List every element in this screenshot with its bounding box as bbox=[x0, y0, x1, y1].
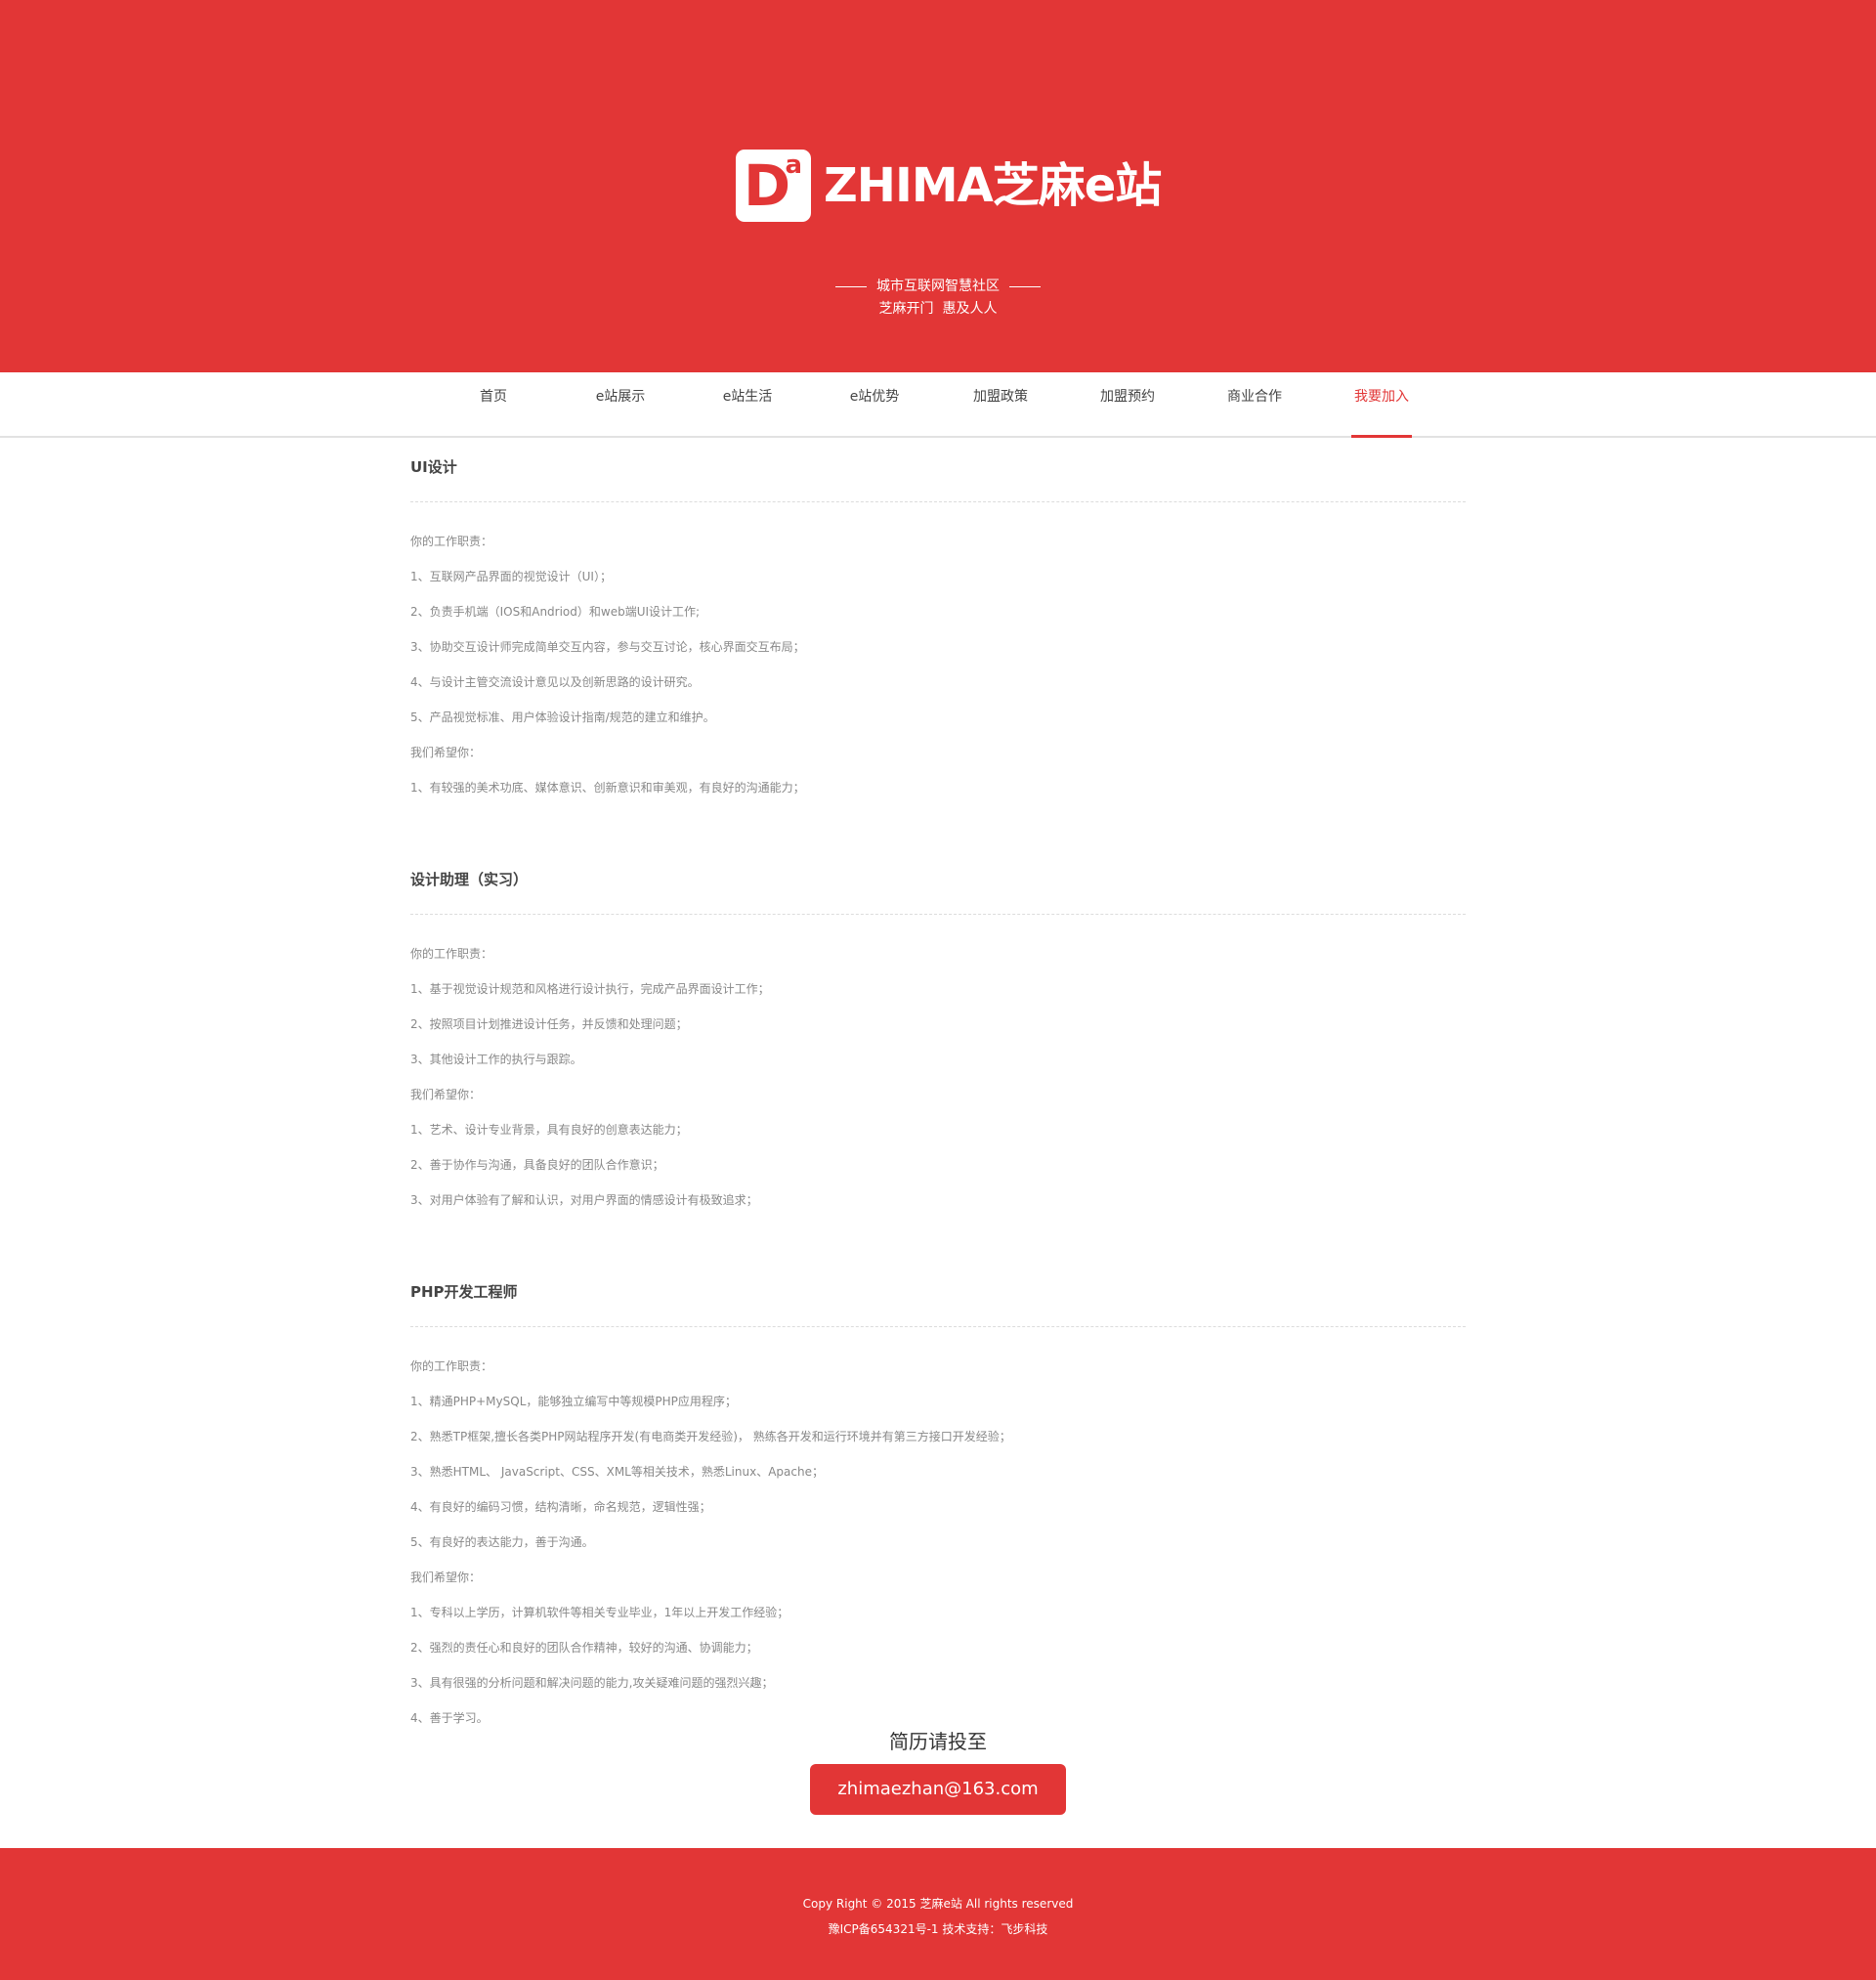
job-line: 我们希望你： bbox=[410, 746, 482, 759]
job-line: 你的工作职责： bbox=[410, 535, 493, 548]
job-line: 1、有较强的美术功底、媒体意识、创新意识和审美观，有良好的沟通能力； bbox=[410, 781, 805, 795]
job-title: PHP开发工程师 bbox=[410, 1263, 1466, 1327]
job-description: 你的工作职责： 1、互联网产品界面的视觉设计（UI）； 2、负责手机端（IOS和… bbox=[410, 502, 1466, 805]
job-line: 2、负责手机端（IOS和Andriod）和web端UI设计工作; bbox=[410, 605, 701, 619]
logo-mark-letter: D bbox=[744, 152, 791, 219]
nav-item-life[interactable]: e站生活 bbox=[719, 372, 776, 438]
tagline-dash-right bbox=[1009, 285, 1041, 287]
resume-heading: 简历请投至 bbox=[889, 1730, 987, 1753]
tagline-dash-left bbox=[835, 285, 867, 287]
nav-item-business[interactable]: 商业合作 bbox=[1224, 372, 1285, 438]
nav-item-franchise-policy[interactable]: 加盟政策 bbox=[970, 372, 1031, 438]
job-line: 1、艺术、设计专业背景，具有良好的创意表达能力； bbox=[410, 1123, 688, 1137]
footer-copyright: Copy Right © 2015 芝麻e站 All rights reserv… bbox=[802, 1897, 1074, 1911]
job-line: 3、对用户体验有了解和认识，对用户界面的情感设计有极致追求； bbox=[410, 1193, 758, 1207]
job-design-assistant: 设计助理（实习） 你的工作职责： 1、基于视觉设计规范和风格进行设计执行，完成产… bbox=[410, 850, 1466, 1218]
job-line: 2、强烈的责任心和良好的团队合作精神，较好的沟通、协调能力； bbox=[410, 1641, 758, 1655]
job-line: 你的工作职责： bbox=[410, 1359, 493, 1373]
job-line: 1、基于视觉设计规范和风格进行设计执行，完成产品界面设计工作； bbox=[410, 982, 770, 996]
nav-item-join-us[interactable]: 我要加入 bbox=[1351, 372, 1412, 438]
job-line: 4、与设计主管交流设计意见以及创新思路的设计研究。 bbox=[410, 675, 700, 689]
job-ui-design: UI设计 你的工作职责： 1、互联网产品界面的视觉设计（UI）； 2、负责手机端… bbox=[410, 438, 1466, 805]
jobs-list: UI设计 你的工作职责： 1、互联网产品界面的视觉设计（UI）； 2、负责手机端… bbox=[410, 438, 1466, 1781]
logo-wordmark: ZHIMA芝麻e站 bbox=[824, 158, 1162, 213]
job-line: 2、按照项目计划推进设计任务，并反馈和处理问题； bbox=[410, 1017, 688, 1031]
tagline-primary: 城市互联网智慧社区 bbox=[0, 276, 1876, 295]
job-line: 我们希望你： bbox=[410, 1571, 482, 1584]
tagline-secondary: 芝麻开门 惠及人人 bbox=[878, 301, 998, 317]
job-line: 2、善于协作与沟通，具备良好的团队合作意识； bbox=[410, 1158, 664, 1172]
job-line: 1、专科以上学历，计算机软件等相关专业毕业，1年以上开发工作经验； bbox=[410, 1606, 789, 1619]
resume-email-button[interactable]: zhimaezhan@163.com bbox=[810, 1764, 1066, 1815]
site-footer: Copy Right © 2015 芝麻e站 All rights reserv… bbox=[0, 1848, 1876, 1980]
job-line: 2、熟悉TP框架,擅长各类PHP网站程序开发(有电商类开发经验)， 熟练各开发和… bbox=[410, 1430, 1011, 1443]
nav-item-home[interactable]: 首页 bbox=[479, 372, 508, 438]
job-line: 3、协助交互设计师完成简单交互内容，参与交互讨论，核心界面交互布局； bbox=[410, 640, 805, 654]
job-line: 5、有良好的表达能力，善于沟通。 bbox=[410, 1535, 594, 1549]
job-line: 我们希望你： bbox=[410, 1088, 482, 1101]
tagline-primary-text: 城市互联网智慧社区 bbox=[876, 279, 1000, 294]
logo-mark: D a bbox=[736, 150, 811, 222]
job-description: 你的工作职责： 1、精通PHP+MySQL，能够独立编写中等规模PHP应用程序；… bbox=[410, 1327, 1466, 1736]
job-line: 3、其他设计工作的执行与跟踪。 bbox=[410, 1053, 582, 1066]
job-line: 1、互联网产品界面的视觉设计（UI）； bbox=[410, 570, 612, 583]
job-line: 4、有良好的编码习惯，结构清晰，命名规范，逻辑性强； bbox=[410, 1500, 711, 1514]
main-nav: 首页 e站展示 e站生活 e站优势 加盟政策 加盟预约 商业合作 我要加入 bbox=[0, 372, 1876, 438]
job-php-developer: PHP开发工程师 你的工作职责： 1、精通PHP+MySQL，能够独立编写中等规… bbox=[410, 1263, 1466, 1736]
job-line: 5、产品视觉标准、用户体验设计指南/规范的建立和维护。 bbox=[410, 710, 715, 724]
footer-icp: 豫ICP备654321号-1 技术支持：飞步科技 bbox=[828, 1922, 1048, 1936]
job-title: UI设计 bbox=[410, 438, 1466, 502]
job-line: 3、熟悉HTML、 JavaScript、CSS、XML等相关技术，熟悉Linu… bbox=[410, 1465, 824, 1479]
job-line: 1、精通PHP+MySQL，能够独立编写中等规模PHP应用程序； bbox=[410, 1395, 737, 1408]
nav-item-advantages[interactable]: e站优势 bbox=[846, 372, 903, 438]
nav-item-franchise-booking[interactable]: 加盟预约 bbox=[1097, 372, 1158, 438]
job-description: 你的工作职责： 1、基于视觉设计规范和风格进行设计执行，完成产品界面设计工作； … bbox=[410, 915, 1466, 1218]
logo-mark-superscript: a bbox=[785, 151, 802, 180]
job-line: 你的工作职责： bbox=[410, 947, 493, 961]
site-header: D a ZHIMA芝麻e站 城市互联网智慧社区 芝麻开门 惠及人人 bbox=[0, 0, 1876, 372]
job-line: 3、具有很强的分析问题和解决问题的能力,攻关疑难问题的强烈兴趣； bbox=[410, 1676, 774, 1690]
job-title: 设计助理（实习） bbox=[410, 850, 1466, 915]
site-logo[interactable]: D a ZHIMA芝麻e站 bbox=[736, 150, 1162, 222]
nav-item-showcase[interactable]: e站展示 bbox=[592, 372, 649, 438]
